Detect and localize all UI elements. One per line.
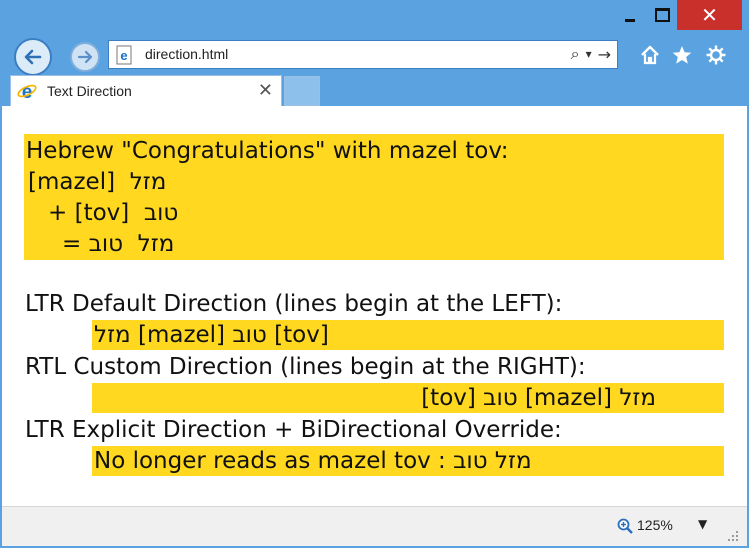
rtl-custom-label: RTL Custom Direction (lines begin at the… [25,354,586,380]
close-window-button[interactable]: ✕ [677,0,742,30]
ie-page-icon: e [116,45,132,65]
ltr-default-label: LTR Default Direction (lines begin at th… [25,291,563,317]
star-icon [672,46,692,64]
tab-close-icon[interactable]: ✕ [258,80,273,101]
browser-window: ✕ e direction.html ⌕ ▾ → e Text Directio… [0,0,749,548]
rtl-custom-band: מזל [mazel] טוב [tov] [92,383,724,413]
status-bar: 125% ▼ [2,506,747,546]
resize-grip-icon[interactable] [726,529,740,543]
page-content: Hebrew "Congratulations" with mazel tov:… [2,106,747,506]
search-dropdown-icon[interactable]: ▾ [586,47,592,61]
zoom-level[interactable]: 125% [637,517,673,533]
new-tab-button[interactable] [284,76,320,106]
home-icon [641,45,659,65]
forward-arrow-icon [77,50,93,64]
rtl-custom-text: מזל [mazel] טוב [tov] [421,385,656,411]
tab-text-direction[interactable]: e Text Direction ✕ [10,75,282,107]
block1-line-tov: טוב [tov] + [48,200,179,226]
close-icon: ✕ [701,3,718,27]
zoom-icon [617,518,633,534]
block1-heading: Hebrew "Congratulations" with mazel tov: [26,138,509,164]
tab-title: Text Direction [47,83,132,99]
maximize-icon [654,8,670,22]
svg-text:e: e [120,48,127,63]
bdo-label: LTR Explicit Direction + BiDirectional O… [25,417,562,443]
zoom-dropdown-icon[interactable]: ▼ [698,517,707,531]
tools-button[interactable] [703,42,729,68]
bdo-text: No longer reads as mazel tov : בוט לזמ [94,448,532,474]
maximize-button[interactable] [647,0,677,30]
ie-logo-icon: e [17,82,37,101]
block1-line-mazel-tov: מזל טוב = [62,231,175,257]
ltr-default-text: מזל [mazel] טוב [tov] [94,322,329,348]
favorites-button[interactable] [669,42,695,68]
forward-button[interactable] [70,42,100,72]
search-icon[interactable]: ⌕ [571,44,580,64]
svg-text:e: e [22,82,33,101]
address-bar[interactable]: e direction.html ⌕ ▾ → [108,40,618,69]
ltr-default-band: מזל [mazel] טוב [tov] [92,320,724,350]
gear-icon [706,45,726,65]
block1-line-mazel: מזל [mazel] [28,169,167,195]
address-url[interactable]: direction.html [145,46,228,62]
bdo-band: No longer reads as mazel tov : בוט לזמ [92,446,724,476]
minimize-button[interactable] [613,0,647,30]
back-button[interactable] [14,38,52,76]
minimize-icon [625,18,635,22]
back-arrow-icon [24,49,42,65]
hebrew-example-block: Hebrew "Congratulations" with mazel tov:… [24,134,724,260]
home-button[interactable] [637,42,663,68]
go-arrow-icon[interactable]: → [598,45,611,64]
